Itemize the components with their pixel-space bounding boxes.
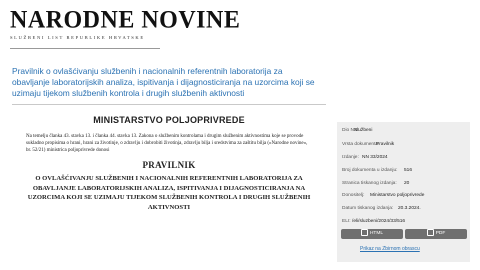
masthead-divider	[10, 48, 160, 49]
meta-value: /eli/sluzbeni/2024/33/516	[352, 219, 406, 224]
meta-row-issuer: Donositelj: Ministarstvo poljoprivrede	[342, 193, 424, 199]
meta-row-type: Vrsta dokumenta:Pravilnik	[342, 142, 394, 148]
meta-value: Ministarstvo poljoprivrede	[370, 193, 425, 198]
pdf-download-button[interactable]: PDF	[405, 229, 467, 239]
meta-value: 516	[404, 168, 413, 173]
meta-value: 20.3.2024.	[398, 206, 421, 211]
regulation-subject: O OVLAŠĆIVANJU SLUŽBENIH I NACIONALNIH R…	[27, 175, 311, 211]
metadata-panel: Dio NN:Službeni Vrsta dokumenta:Pravilni…	[337, 122, 470, 262]
meta-label: Vrsta dokumenta:	[342, 142, 380, 147]
meta-value: Pravilnik	[376, 142, 395, 147]
pdf-button-label: PDF	[435, 231, 446, 236]
meta-value: 20	[404, 181, 410, 186]
meta-value: NN 33/2024	[362, 155, 388, 160]
ministry-heading: MINISTARSTVO POLJOPRIVREDE	[93, 115, 245, 125]
meta-row-doc-number: Broj dokumenta u izdanju: 516	[342, 168, 412, 174]
meta-label: ELI:	[342, 219, 351, 224]
meta-label: Stranica tiskanog izdanja:	[342, 181, 397, 186]
masthead-subtitle: SLUŽBENI LIST REPUBLIKE HRVATSKE	[10, 35, 145, 40]
meta-label: Dio NN:	[342, 128, 359, 133]
legal-basis-paragraph: Na temelju članka 43. stavka 13. i člank…	[26, 134, 308, 153]
html-download-button[interactable]: HTML	[341, 229, 403, 239]
meta-label: Izdanje:	[342, 155, 359, 160]
masthead: NARODNE NOVINE SLUŽBENI LIST REPUBLIKE H…	[10, 6, 250, 40]
meta-label: Datum tiskanog izdanja:	[342, 206, 394, 211]
pdf-file-icon	[426, 229, 434, 237]
meta-label: Broj dokumenta u izdanju:	[342, 168, 398, 173]
summary-form-link[interactable]: Prikaz na Zbirnom obrascu	[360, 246, 420, 252]
html-file-icon	[360, 229, 368, 237]
meta-row-eli: ELI:/eli/sluzbeni/2024/33/516	[342, 219, 405, 225]
meta-row-issue: Izdanje: NN 33/2024	[342, 155, 388, 161]
html-button-label: HTML	[369, 231, 384, 236]
meta-value: Službeni	[354, 128, 373, 133]
meta-label: Donositelj:	[342, 193, 365, 198]
meta-row-part: Dio NN:Službeni	[342, 128, 372, 134]
meta-row-page: Stranica tiskanog izdanja: 20	[342, 181, 409, 187]
document-title: Pravilnik o ovlašćivanju službenih i nac…	[12, 66, 315, 99]
meta-row-print-date: Datum tiskanog izdanja: 20.3.2024.	[342, 206, 421, 212]
regulation-heading: PRAVILNIK	[142, 160, 196, 170]
masthead-title: NARODNE NOVINE	[10, 6, 241, 34]
body-divider	[12, 104, 326, 105]
document-body: MINISTARSTVO POLJOPRIVREDE Na temelju čl…	[12, 104, 326, 212]
